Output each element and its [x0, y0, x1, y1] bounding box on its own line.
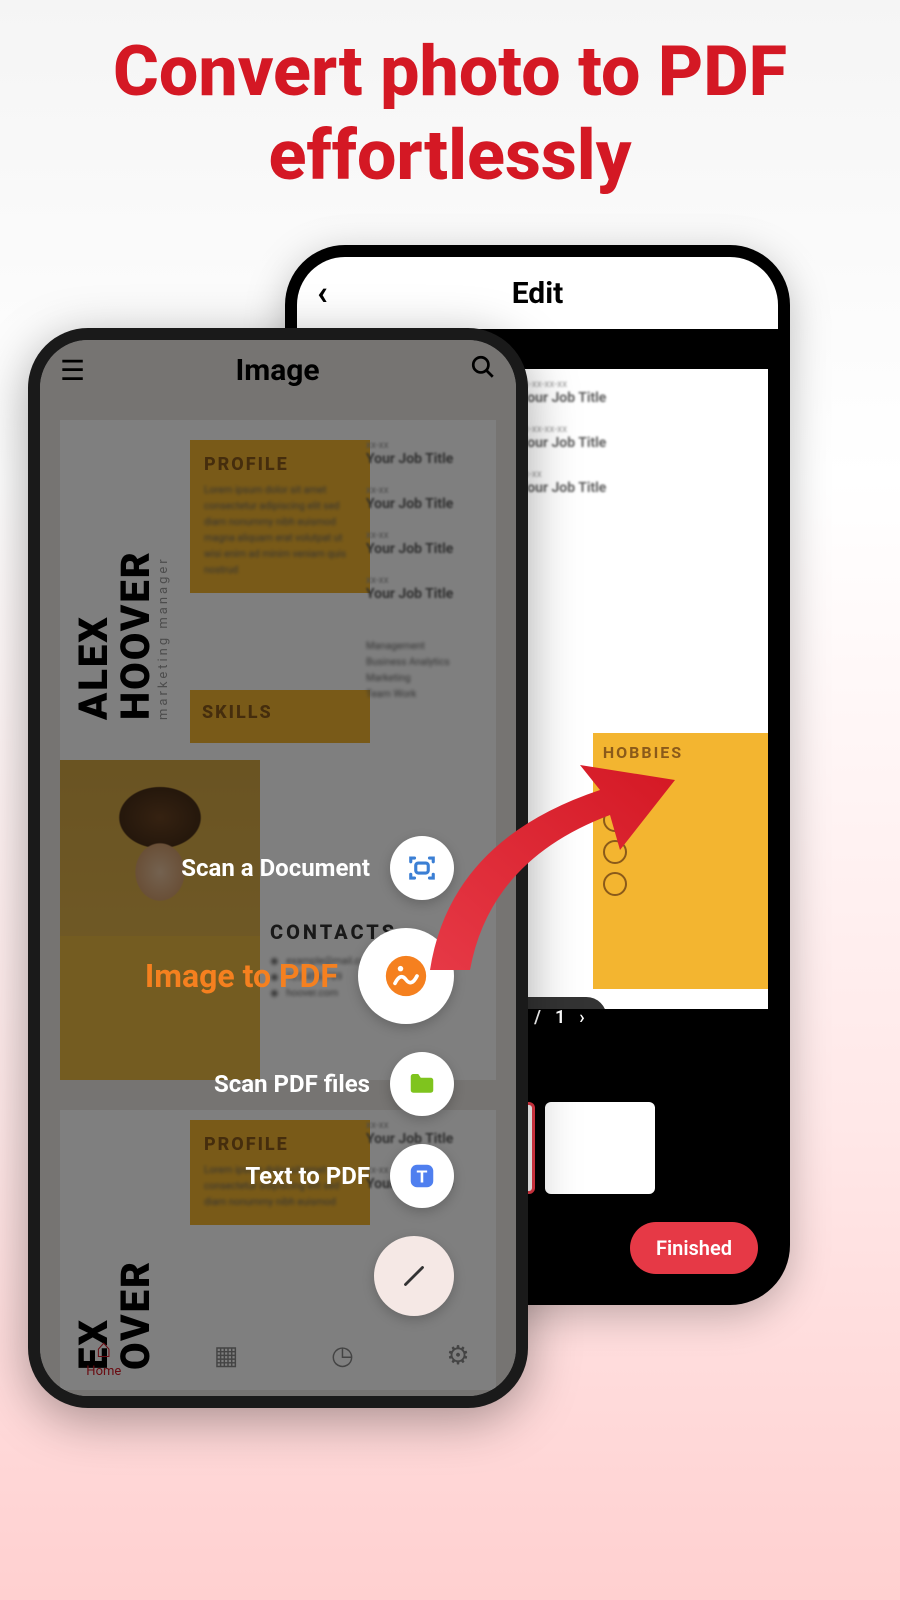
pager-total: 1 [555, 1007, 565, 1028]
transition-arrow [420, 760, 680, 980]
text-icon: T [390, 1144, 454, 1208]
fab-scan-pdf[interactable]: Scan PDF files [214, 1052, 454, 1116]
svg-text:T: T [417, 1166, 428, 1186]
fab-image-to-pdf[interactable]: Image to PDF [145, 928, 454, 1024]
finished-button[interactable]: Finished [630, 1222, 758, 1274]
filter-extra[interactable] [545, 1078, 655, 1194]
fab-text-to-pdf[interactable]: Text to PDF T [245, 1144, 454, 1208]
marketing-headline: Convert photo to PDF effortlessly [0, 0, 900, 198]
fab-menu: Scan a Document Image to PDF Scan PDF fi… [145, 836, 454, 1316]
fab-close[interactable] [374, 1236, 454, 1316]
fab-scan-document[interactable]: Scan a Document [181, 836, 454, 900]
close-icon [374, 1236, 454, 1316]
folder-icon [390, 1052, 454, 1116]
edit-title: Edit [512, 276, 564, 311]
pager-next-icon[interactable]: › [579, 1007, 584, 1028]
back-icon[interactable]: ‹ [317, 273, 328, 313]
edit-header: ‹ Edit [297, 257, 778, 329]
